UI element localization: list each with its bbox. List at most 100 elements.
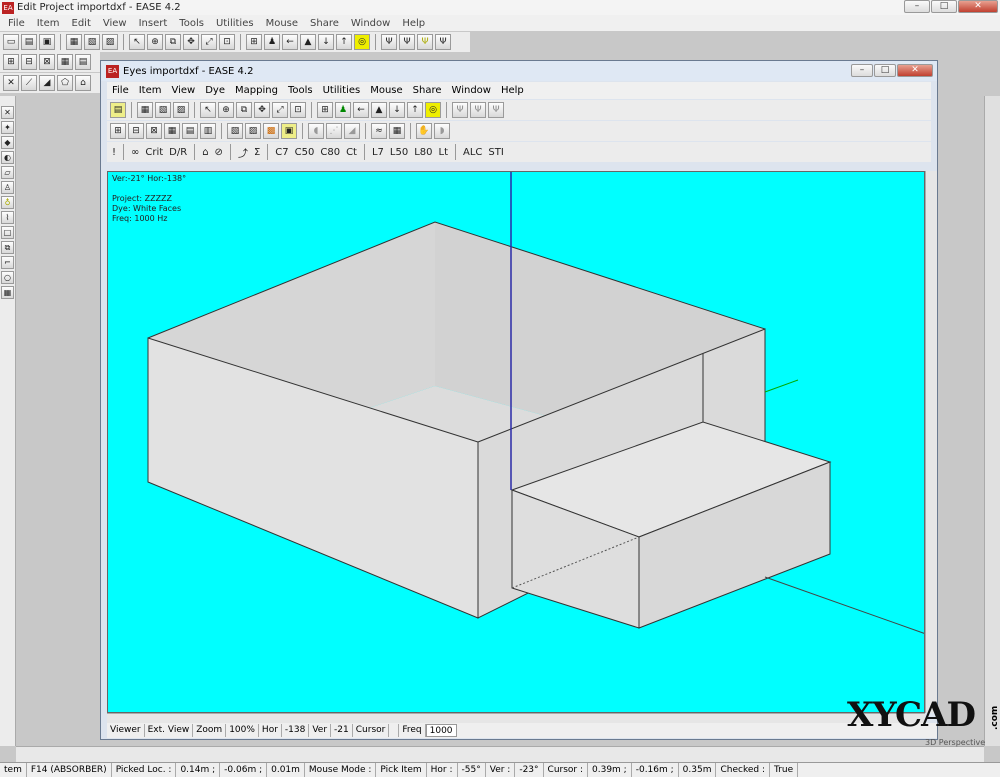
inner-highlight-icon[interactable]: ▣ [281, 123, 297, 139]
inner-cap-icon[interactable]: ▲ [371, 102, 387, 118]
3d-viewport[interactable]: Ver:-21° Hor:-138° Project: ZZZZZ Dye: W… [107, 171, 925, 713]
target-icon[interactable]: ◎ [354, 34, 370, 50]
outer-menu-window[interactable]: Window [345, 18, 396, 29]
inner-menu-window[interactable]: Window [447, 85, 496, 96]
inner-wave-icon[interactable]: ≈ [371, 123, 387, 139]
inner-speaker-icon[interactable]: Ψ [452, 102, 468, 118]
inner-c50-button[interactable]: C50 [293, 147, 317, 158]
inner-person-icon[interactable]: ♟ [335, 102, 351, 118]
inner-menu-mouse[interactable]: Mouse [365, 85, 407, 96]
rail-box-icon[interactable]: □ [1, 226, 14, 239]
rail-listener-icon[interactable]: ⌇ [1, 211, 14, 224]
move-icon[interactable]: ✥ [183, 34, 199, 50]
ext-view-tab[interactable]: Ext. View [145, 724, 194, 737]
inner-zoom-extent-icon[interactable]: ⤢ [272, 102, 288, 118]
rail-seat-icon[interactable]: ♙ [1, 181, 14, 194]
inner-vertical-scrollbar[interactable] [925, 171, 937, 713]
inner-dr-button[interactable]: D/R [167, 147, 189, 158]
inner-curve-icon[interactable]: ⤴ [236, 145, 250, 160]
inner-view-icon[interactable]: ▦ [137, 102, 153, 118]
layout-icon[interactable]: ⊞ [3, 54, 19, 70]
outer-menu-insert[interactable]: Insert [133, 18, 174, 29]
eyes-app-icon[interactable]: EA [106, 64, 119, 78]
shape-tool-icon[interactable]: ⌂ [75, 75, 91, 91]
polygon-tool-icon[interactable]: ⬠ [57, 75, 73, 91]
inner-c7-button[interactable]: C7 [273, 147, 290, 158]
inner-mapping-icon[interactable]: ▨ [173, 102, 189, 118]
inner-menu-view[interactable]: View [167, 85, 201, 96]
outer-horizontal-scrollbar[interactable] [16, 746, 984, 762]
inner-hand-icon[interactable]: ✋ [416, 123, 432, 139]
face-tool-icon[interactable]: ◢ [39, 75, 55, 91]
grid-icon[interactable]: ⊞ [246, 34, 262, 50]
inner-minimize-button[interactable]: – [851, 64, 873, 77]
inner-sti-button[interactable]: STI [486, 147, 505, 158]
new-file-icon[interactable]: ▭ [3, 34, 19, 50]
speaker-group-icon[interactable]: Ψ [435, 34, 451, 50]
inner-link-icon[interactable]: ∞ [129, 147, 141, 158]
rail-speaker-icon[interactable]: ◐ [1, 151, 14, 164]
inner-menu-help[interactable]: Help [496, 85, 529, 96]
inner-grid-icon[interactable]: ⊞ [317, 102, 333, 118]
outer-menu-edit[interactable]: Edit [66, 18, 97, 29]
speaker-array-icon[interactable]: Ψ [399, 34, 415, 50]
inner-close-button[interactable]: ✕ [897, 64, 933, 77]
inner-speaker-array-icon[interactable]: Ψ [470, 102, 486, 118]
inner-horizontal-scrollbar[interactable] [107, 713, 925, 723]
inner-l7-button[interactable]: L7 [370, 147, 386, 158]
cap-icon[interactable]: ▲ [300, 34, 316, 50]
arrow-up-icon[interactable]: ↑ [336, 34, 352, 50]
arrow-down-icon[interactable]: ↓ [318, 34, 334, 50]
open-file-icon[interactable]: ▤ [21, 34, 37, 50]
inner-arrow-down-icon[interactable]: ↓ [389, 102, 405, 118]
speaker-yellow-icon[interactable]: Ψ [417, 34, 433, 50]
inner-sound-icon[interactable]: ◖ [308, 123, 324, 139]
inner-crosshair-icon[interactable]: ⊕ [218, 102, 234, 118]
inner-c80-button[interactable]: C80 [318, 147, 342, 158]
inner-check-button[interactable]: ! [110, 147, 118, 158]
speaker-icon[interactable]: Ψ [381, 34, 397, 50]
layout-4-icon[interactable]: ▦ [57, 54, 73, 70]
inner-speaker-group-icon[interactable]: Ψ [488, 102, 504, 118]
inner-crit-button[interactable]: Crit [143, 147, 165, 158]
copy-icon[interactable]: ⧉ [165, 34, 181, 50]
inner-layout-3-icon[interactable]: ⊠ [146, 123, 162, 139]
rail-sparkle-icon[interactable]: ✦ [1, 121, 14, 134]
inner-layout-4-icon[interactable]: ▦ [164, 123, 180, 139]
inner-target-icon[interactable]: ◎ [425, 102, 441, 118]
rail-plane-icon[interactable]: ⏥ [1, 166, 14, 179]
inner-ct-button[interactable]: Ct [344, 147, 359, 158]
zoom-window-icon[interactable]: ⊡ [219, 34, 235, 50]
outer-menu-utilities[interactable]: Utilities [210, 18, 260, 29]
outer-menu-help[interactable]: Help [396, 18, 431, 29]
outer-vertical-scrollbar[interactable] [984, 96, 1000, 746]
inner-color-map-icon[interactable]: ▩ [263, 123, 279, 139]
outer-minimize-button[interactable]: – [904, 0, 930, 13]
rail-copy-icon[interactable]: ⧉ [1, 241, 14, 254]
inner-menu-file[interactable]: File [107, 85, 134, 96]
inner-lt-button[interactable]: Lt [437, 147, 451, 158]
inner-layout-5-icon[interactable]: ▤ [182, 123, 198, 139]
rail-light-icon[interactable]: ♁ [1, 196, 14, 209]
inner-sum-button[interactable]: Σ [252, 147, 262, 158]
inner-ear-icon[interactable]: ◗ [434, 123, 450, 139]
inner-wire-icon[interactable]: ▧ [227, 123, 243, 139]
inner-arrow-left-icon[interactable]: ← [353, 102, 369, 118]
inner-cone-icon[interactable]: ◢ [344, 123, 360, 139]
view-icon[interactable]: ▦ [66, 34, 82, 50]
outer-menu-share[interactable]: Share [304, 18, 345, 29]
zoom-extent-icon[interactable]: ⤢ [201, 34, 217, 50]
inner-menu-item[interactable]: Item [134, 85, 167, 96]
inner-layout-icon[interactable]: ⊞ [110, 123, 126, 139]
inner-move-icon[interactable]: ✥ [254, 102, 270, 118]
inner-menu-mapping[interactable]: Mapping [230, 85, 283, 96]
inner-copy-icon[interactable]: ⧉ [236, 102, 252, 118]
outer-menu-view[interactable]: View [97, 18, 133, 29]
inner-zoom-window-icon[interactable]: ⊡ [290, 102, 306, 118]
layout-2-icon[interactable]: ⊟ [21, 54, 37, 70]
rail-delete-icon[interactable]: ✕ [1, 106, 14, 119]
inner-arrow-up-icon[interactable]: ↑ [407, 102, 423, 118]
outer-menu-item[interactable]: Item [31, 18, 66, 29]
inner-no-entry-icon[interactable]: ⊘ [213, 147, 225, 158]
mapping-icon[interactable]: ▨ [102, 34, 118, 50]
